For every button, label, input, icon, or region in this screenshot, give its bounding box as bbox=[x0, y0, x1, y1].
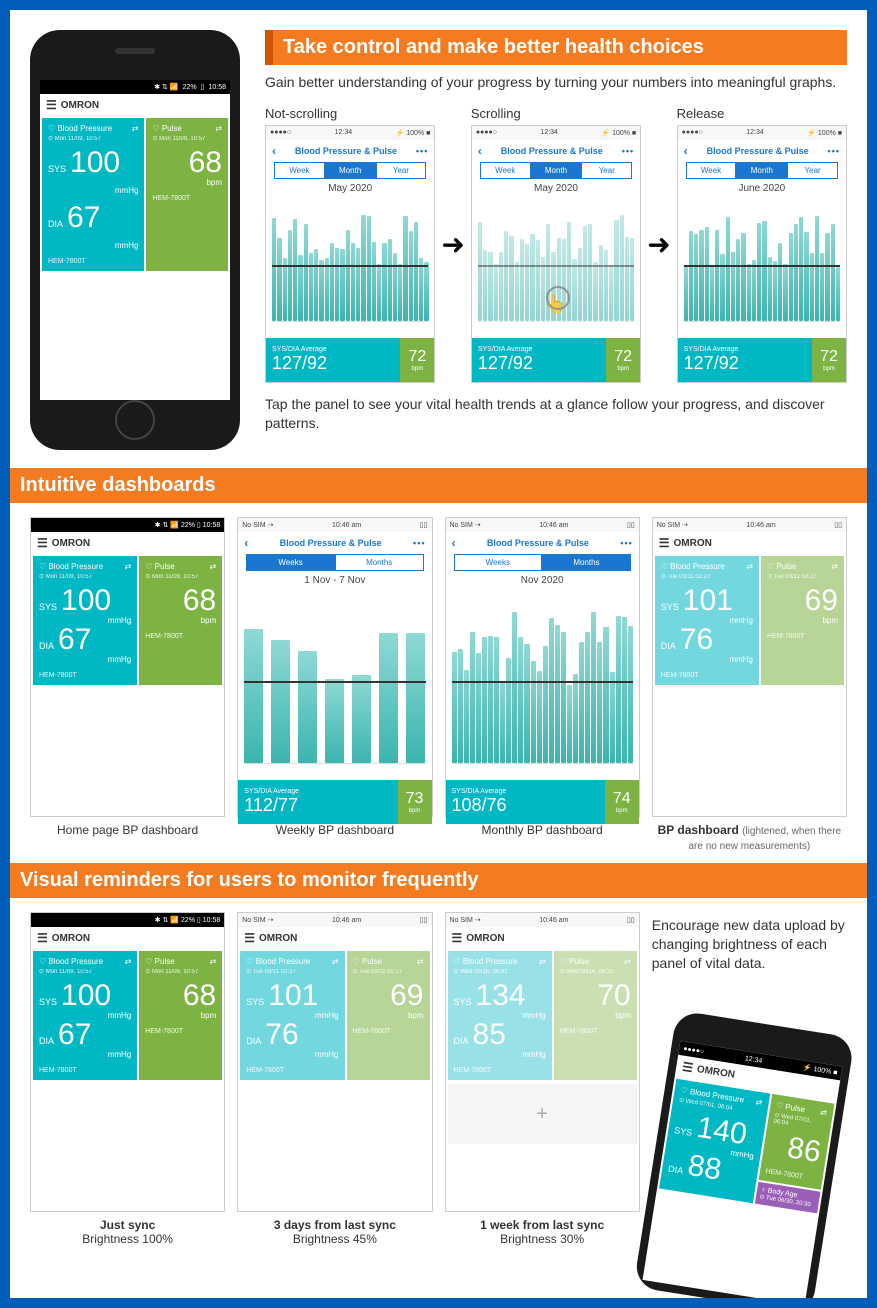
pulse-card[interactable]: ♡ Pulse⇄ ⊙ Mon 11/09, 10:57 68 bpm HEM-7… bbox=[146, 118, 228, 271]
caption: 1 week from last syncBrightness 30% bbox=[445, 1218, 640, 1247]
state-label: Scrolling bbox=[471, 106, 641, 121]
menu-icon[interactable]: ☰ bbox=[37, 536, 48, 550]
section3-title: Visual reminders for users to monitor fr… bbox=[10, 863, 867, 898]
status-bar: ✱ ⇅ 📶22%▯10:58 bbox=[40, 80, 230, 94]
brightness-30-screen: No SIM ⇢10:46 am▯▯ ☰OMRON ♡ Blood Pressu… bbox=[445, 912, 640, 1212]
graph-screen-not-scrolling: ●●●●○12:34⚡ 100% ■ ‹Blood Pressure & Pul… bbox=[265, 125, 435, 383]
caption: Just syncBrightness 100% bbox=[30, 1218, 225, 1247]
period-tabs[interactable]: WeeksMonths bbox=[246, 554, 423, 571]
add-card-button[interactable]: + bbox=[448, 1084, 637, 1144]
brand-logo: OMRON bbox=[61, 100, 99, 111]
monthly-dashboard-screen: No SIM ⇢10:46 am▯▯ ‹Blood Pressure & Pul… bbox=[445, 517, 640, 817]
lightened-dashboard-screen: No SIM ⇢10:46 am▯▯ ☰OMRON ♡ Blood Pressu… bbox=[652, 517, 847, 817]
touch-gesture-icon bbox=[544, 294, 568, 318]
bp-card[interactable]: ♡ Blood Pressure⇄ ⊙ Wed 09/16, 06:31 SYS… bbox=[448, 951, 552, 1080]
arrow-right-icon: ➜ bbox=[647, 228, 670, 261]
section1-title: Take control and make better health choi… bbox=[265, 30, 847, 65]
menu-icon[interactable]: ☰ bbox=[37, 931, 48, 945]
pulse-card[interactable]: ♡ Pulse⇄ ⊙ Wed 09/16, 06:31 70bpm HEM-78… bbox=[554, 951, 637, 1080]
period-tabs[interactable]: WeeksMonths bbox=[454, 554, 631, 571]
app-brand-row: ☰ OMRON bbox=[40, 94, 230, 116]
caption: Home page BP dashboard bbox=[30, 823, 225, 837]
more-icon[interactable]: ••• bbox=[622, 146, 634, 156]
caption: Weekly BP dashboard bbox=[237, 823, 432, 837]
brightness-100-screen: ✱ ⇅ 📶 22% ▯ 10:58 ☰OMRON ♡ Blood Pressur… bbox=[30, 912, 225, 1212]
back-icon[interactable]: ‹ bbox=[244, 536, 248, 550]
more-icon[interactable]: ••• bbox=[413, 538, 425, 548]
weekly-dashboard-screen: No SIM ⇢10:46 am▯▯ ‹Blood Pressure & Pul… bbox=[237, 517, 432, 817]
bp-card[interactable]: ♡ Blood Pressure⇄ ⊙ Mon 11/09, 10:57 SYS… bbox=[42, 118, 144, 271]
hero-phone: ✱ ⇅ 📶22%▯10:58 ☰ OMRON ♡ Blood Pressure⇄… bbox=[30, 30, 240, 450]
period-tabs[interactable]: WeekMonthYear bbox=[686, 162, 838, 179]
bp-card[interactable]: ♡ Blood Pressure⇄ ⊙ Tue 03/11 02:27 SYS1… bbox=[655, 556, 759, 685]
section3-desc: Encourage new data upload by changing br… bbox=[652, 912, 847, 973]
state-label: Not-scrolling bbox=[265, 106, 435, 121]
section1-footnote: Tap the panel to see your vital health t… bbox=[265, 395, 847, 433]
graph-screen-release: ●●●●○12:34⚡ 100% ■ ‹Blood Pressure & Pul… bbox=[677, 125, 847, 383]
back-icon[interactable]: ‹ bbox=[272, 144, 276, 158]
menu-icon[interactable]: ☰ bbox=[46, 98, 57, 112]
pulse-card[interactable]: ♡ Pulse⇄ ⊙ Mon 11/09, 10:57 68bpm HEM-78… bbox=[139, 951, 222, 1080]
menu-icon[interactable]: ☰ bbox=[659, 536, 670, 550]
home-dashboard-screen: ✱ ⇅ 📶 22% ▯ 10:58 ☰OMRON ♡ Blood Pressur… bbox=[30, 517, 225, 817]
section2-title: Intuitive dashboards bbox=[10, 468, 867, 503]
more-icon[interactable]: ••• bbox=[416, 146, 428, 156]
graph-screen-scrolling: ●●●●○12:34⚡ 100% ■ ‹Blood Pressure & Pul… bbox=[471, 125, 641, 383]
tilted-phone: ●●●●○12:34⚡ 100% ■ ☰OMRON ♡ Blood Pressu… bbox=[633, 1010, 855, 1298]
bp-card[interactable]: ♡ Blood Pressure⇄ ⊙ Mon 11/09, 10:57 SYS… bbox=[33, 951, 137, 1080]
pulse-card[interactable]: ♡ Pulse⇄ ⊙ Tue 03/11 02:27 69 bpm HEM-78… bbox=[761, 556, 844, 685]
bp-bar-chart[interactable] bbox=[684, 202, 840, 322]
bp-bar-chart[interactable] bbox=[452, 594, 633, 764]
menu-icon[interactable]: ☰ bbox=[452, 931, 463, 945]
pulse-card[interactable]: ♡ Pulse⇄ ⊙ Mon 11/09, 10:57 68 bpm HEM-7… bbox=[139, 556, 222, 685]
bp-bar-chart[interactable] bbox=[272, 202, 428, 322]
sync-icon: ⇄ bbox=[215, 124, 222, 133]
back-icon[interactable]: ‹ bbox=[684, 144, 688, 158]
back-icon[interactable]: ‹ bbox=[452, 536, 456, 550]
more-icon[interactable]: ••• bbox=[620, 538, 632, 548]
menu-icon[interactable]: ☰ bbox=[244, 931, 255, 945]
bp-card[interactable]: ♡ Blood Pressure⇄ ⊙ Mon 11/09, 10:57 SYS… bbox=[33, 556, 137, 685]
pulse-card[interactable]: ♡ Pulse⇄ ⊙ Tue 03/11 02:27 69bpm HEM-780… bbox=[347, 951, 430, 1080]
brightness-45-screen: No SIM ⇢10:46 am▯▯ ☰OMRON ♡ Blood Pressu… bbox=[237, 912, 432, 1212]
section1-desc: Gain better understanding of your progre… bbox=[265, 73, 847, 92]
caption: Monthly BP dashboard bbox=[445, 823, 640, 837]
arrow-right-icon: ➜ bbox=[441, 228, 464, 261]
bp-card[interactable]: ♡ Blood Pressure⇄ ⊙ Tue 03/11 02:27 SYS1… bbox=[240, 951, 344, 1080]
back-icon[interactable]: ‹ bbox=[478, 144, 482, 158]
sync-icon: ⇄ bbox=[132, 124, 139, 133]
caption: 3 days from last syncBrightness 45% bbox=[237, 1218, 432, 1247]
bp-card[interactable]: ♡ Blood Pressure⇄ ⊙ Wed 07/01, 06:04 SYS… bbox=[659, 1078, 770, 1202]
more-icon[interactable]: ••• bbox=[828, 146, 840, 156]
bp-bar-chart[interactable] bbox=[244, 594, 425, 764]
pulse-card[interactable]: ♡ Pulse⇄ ⊙ Wed 07/01, 06:04 86 HEM-7800T bbox=[758, 1094, 834, 1190]
state-label: Release bbox=[677, 106, 847, 121]
period-tabs[interactable]: WeekMonthYear bbox=[480, 162, 632, 179]
period-tabs[interactable]: WeekMonthYear bbox=[274, 162, 426, 179]
caption: BP dashboard (lightened, when there are … bbox=[652, 823, 847, 853]
